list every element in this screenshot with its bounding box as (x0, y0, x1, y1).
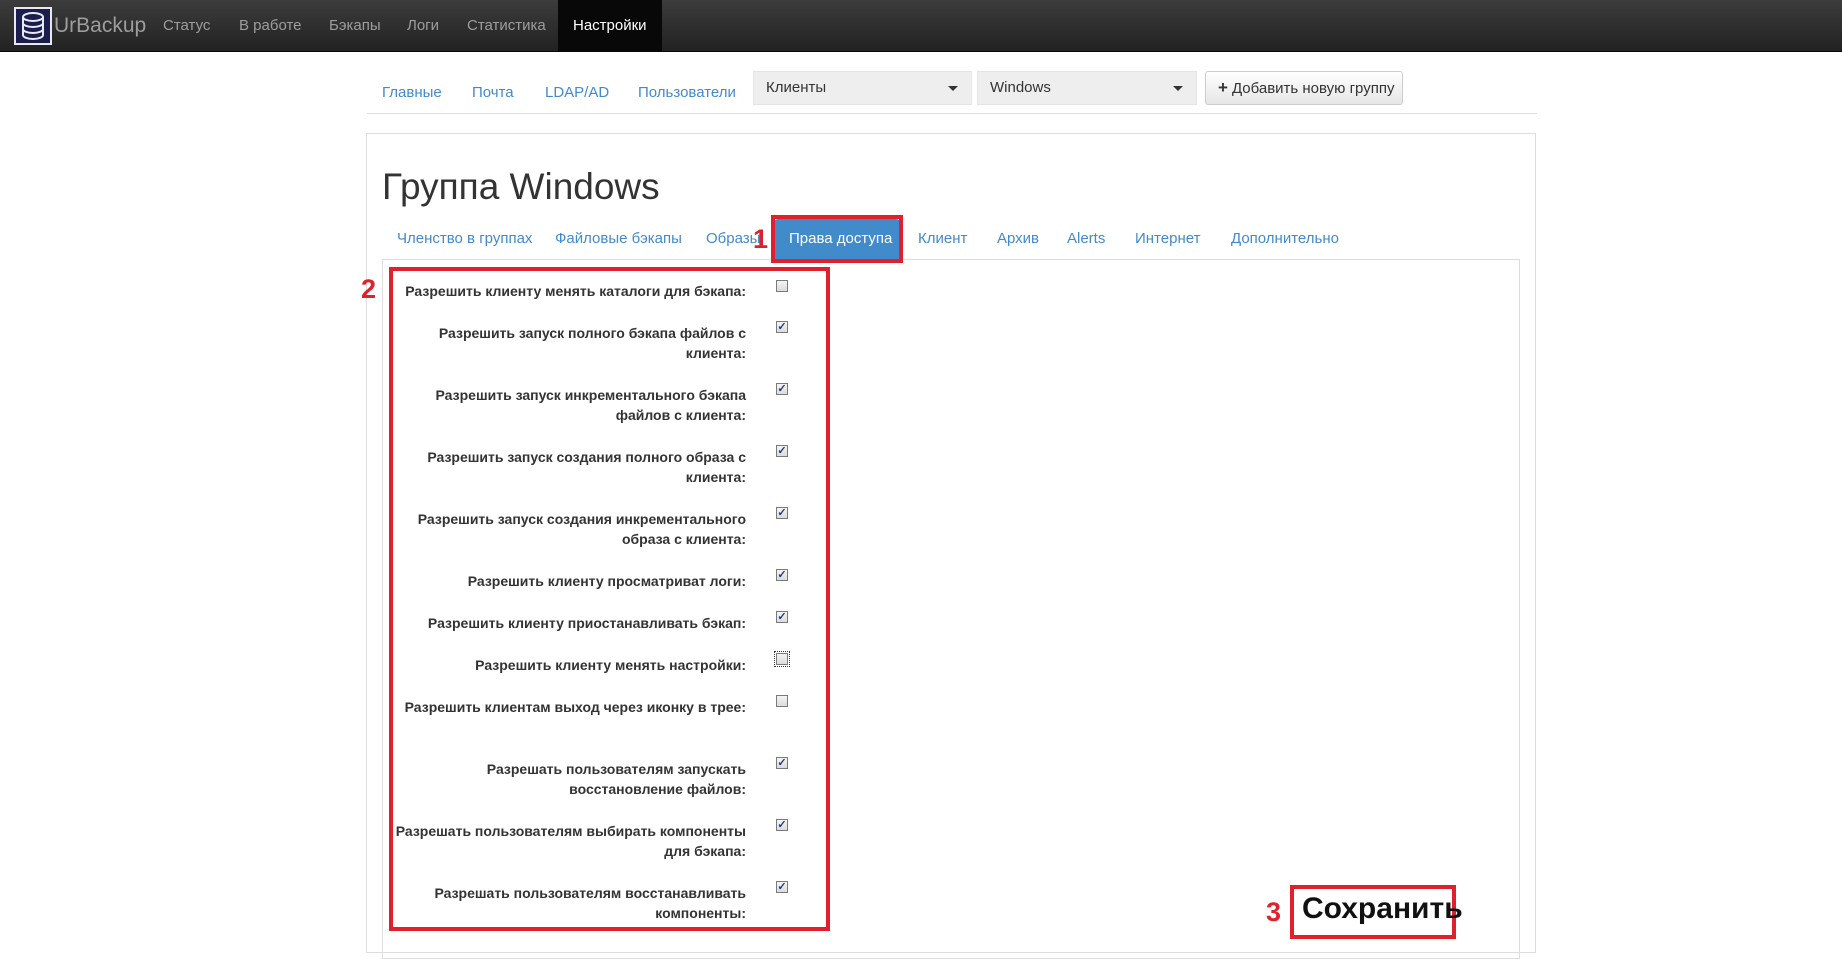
tab-archive[interactable]: Архив (982, 219, 1054, 261)
clients-select-value: Клиенты (766, 79, 827, 96)
brand[interactable]: UrBackup (14, 6, 146, 46)
page-title: Группа Windows (382, 166, 660, 207)
nav-item-statistics[interactable]: Статистика (452, 0, 561, 51)
brand-name: UrBackup (54, 14, 147, 37)
group-select[interactable]: Windows (977, 71, 1197, 105)
clients-select[interactable]: Клиенты (753, 71, 972, 105)
caret-down-icon (948, 86, 958, 91)
caret-down-icon (1173, 86, 1183, 91)
annotation-box-permissions (389, 267, 830, 931)
annotation-number-3: 3 (1266, 897, 1282, 927)
settings-subnav: Главные Почта LDAP/AD Пользователи Клиен… (367, 70, 1537, 114)
top-navbar: UrBackup Статус В работе Бэкапы Логи Ста… (0, 0, 1842, 52)
subnav-users[interactable]: Пользователи (638, 84, 736, 101)
subnav-general[interactable]: Главные (382, 84, 442, 101)
add-group-button[interactable]: + Добавить новую группу (1205, 71, 1403, 105)
subnav-ldap[interactable]: LDAP/AD (545, 84, 609, 101)
nav-item-backups[interactable]: Бэкапы (314, 0, 396, 51)
tab-internet[interactable]: Интернет (1120, 219, 1215, 261)
tab-alerts[interactable]: Alerts (1052, 219, 1120, 261)
annotation-box-tab (771, 215, 903, 263)
group-select-value: Windows (990, 79, 1051, 96)
annotation-number-2: 2 (361, 274, 377, 304)
add-group-label: Добавить новую группу (1231, 80, 1395, 97)
subnav-mail[interactable]: Почта (472, 84, 514, 101)
tab-group-membership[interactable]: Членство в группах (382, 219, 547, 261)
database-logo-icon (14, 7, 52, 45)
nav-item-logs[interactable]: Логи (392, 0, 454, 51)
nav-item-settings[interactable]: Настройки (558, 0, 662, 51)
nav-item-in-progress[interactable]: В работе (224, 0, 317, 51)
nav-item-status[interactable]: Статус (148, 0, 225, 51)
tab-client[interactable]: Клиент (903, 219, 982, 261)
save-button[interactable]: Сохранить (1302, 892, 1463, 926)
tab-file-backups[interactable]: Файловые бэкапы (540, 219, 697, 261)
annotation-number-1: 1 (753, 224, 769, 254)
plus-icon: + (1218, 78, 1228, 97)
tab-advanced[interactable]: Дополнительно (1216, 219, 1354, 261)
